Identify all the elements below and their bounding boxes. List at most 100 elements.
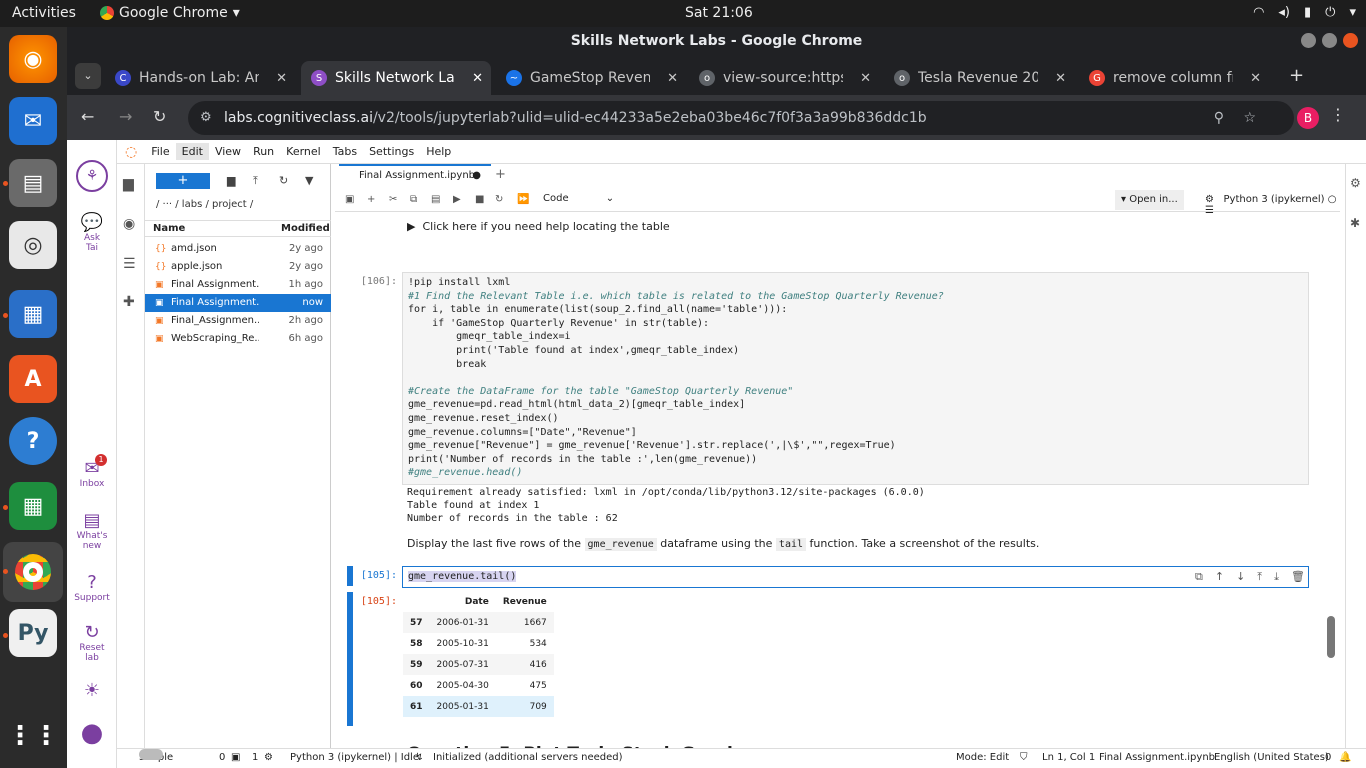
file-row[interactable]: {} amd.json 2y ago [145,240,331,258]
move-up-icon[interactable]: ↑ [1215,570,1224,584]
file-row[interactable]: ▣ Final Assignment... now [145,294,331,312]
writer-icon[interactable]: ▦ [9,290,57,338]
theme-toggle-button[interactable]: ☀ [67,680,117,701]
calc-icon[interactable]: ▦ [9,482,57,530]
run-icon[interactable]: ▶ [453,194,461,205]
app-grid-icon[interactable]: ⋮⋮ [7,712,59,760]
file-row[interactable]: {} apple.json 2y ago [145,258,331,276]
profile-avatar[interactable]: B [1297,107,1319,129]
software-icon[interactable]: A [9,355,57,403]
browser-tab[interactable]: C Hands-on Lab: Ana ✕ [105,61,295,95]
scrollbar-thumb[interactable] [1327,616,1335,658]
close-tab-icon[interactable]: ● [472,166,481,186]
firefox-icon[interactable]: ◉ [9,35,57,83]
files-icon[interactable]: ▤ [9,159,57,207]
menu-run[interactable]: Run [247,143,280,160]
cursor-position[interactable]: Ln 1, Col 1 [1042,749,1095,767]
inbox-button[interactable]: ✉ Inbox 1 [67,454,117,489]
thunderbird-icon[interactable]: ✉ [9,97,57,145]
insert-below-icon[interactable]: ⤓ [1274,570,1279,584]
copy-icon[interactable]: ⧉ [410,194,417,205]
close-tab-icon[interactable]: ✕ [276,71,287,86]
site-info-icon[interactable]: ⚙ [200,101,212,135]
insert-above-icon[interactable]: ⤒ [1257,570,1262,584]
column-name[interactable]: Name [153,223,185,234]
scrollbar[interactable] [1323,212,1337,756]
menu-view[interactable]: View [209,143,247,160]
bell-icon[interactable]: 🔔 [1339,749,1351,767]
cell-type-select[interactable]: Code ⌄ [543,193,614,204]
breadcrumb[interactable]: / ··· / labs / project / [156,199,253,210]
app-menu[interactable]: Google Chrome ▾ [100,5,240,21]
close-window-button[interactable] [1343,33,1358,48]
close-tab-icon[interactable]: ✕ [667,71,678,86]
move-down-icon[interactable]: ↓ [1236,570,1245,584]
code-cell-105[interactable]: gme_revenue.tail() [402,566,1309,588]
kernels-count[interactable]: 1 [252,749,258,767]
new-tab-button[interactable]: + [1289,65,1304,86]
chrome-menu-icon[interactable]: ⋮ [1330,105,1346,124]
menu-edit[interactable]: Edit [175,143,209,160]
debugger-icon[interactable]: ✱ [1350,216,1360,230]
menu-file[interactable]: File [145,143,175,160]
reset-lab-button[interactable]: ↻ Reset lab [67,622,117,663]
close-tab-icon[interactable]: ✕ [860,71,871,86]
collapsible-hint[interactable]: ▶ Click here if you need help locating t… [407,220,670,233]
address-bar[interactable]: ⚙ labs.cognitiveclass.ai/v2/tools/jupyte… [188,101,1294,135]
toggle-switch[interactable] [139,749,163,760]
help-icon[interactable]: ? [9,417,57,465]
file-row[interactable]: ▣ WebScraping_Re... 6h ago [145,330,331,348]
output-collapser[interactable] [347,592,353,726]
whats-new-button[interactable]: ▤ What's new [67,510,117,551]
run-all-icon[interactable]: ⏩ [517,194,529,205]
menu-kernel[interactable]: Kernel [280,143,327,160]
browser-tab[interactable]: o Tesla Revenue 201 ✕ [884,61,1074,95]
restart-icon[interactable]: ↻ [495,194,503,205]
minimize-button[interactable] [1301,33,1316,48]
delete-icon[interactable]: 🗑 [1291,570,1305,584]
lsp-status[interactable]: Initialized (additional servers needed) [433,749,623,767]
insert-cell-icon[interactable]: + [367,194,375,205]
reload-button[interactable]: ↻ [153,107,166,126]
save-icon[interactable]: ▣ [345,194,354,205]
browser-tab[interactable]: o view-source:https: ✕ [689,61,879,95]
notification-count[interactable]: 0 [1325,749,1331,767]
running-icon[interactable]: ◉ [123,216,135,232]
terminals-count[interactable]: 0 [219,749,225,767]
back-button[interactable]: ← [81,107,94,126]
browser-tab[interactable]: ~ GameStop Revenu ✕ [496,61,686,95]
browser-tab[interactable]: Gremove column fro ✕ [1079,61,1269,95]
support-button[interactable]: ? Support [67,572,117,603]
zoom-search-icon[interactable]: ⚲ [1214,101,1224,135]
kernel-status[interactable]: Python 3 (ipykernel) | Idle [290,749,419,767]
forward-button[interactable]: → [119,107,132,126]
language-indicator[interactable]: English (United States) [1214,749,1329,767]
new-folder-icon[interactable]: ▆ [227,174,235,187]
skills-network-logo[interactable]: ⚘ [67,160,117,192]
rhythmbox-icon[interactable]: ◎ [9,221,57,269]
menu-tabs[interactable]: Tabs [327,143,363,160]
close-tab-icon[interactable]: ✕ [472,71,483,86]
toc-icon[interactable]: ☰ [123,256,136,272]
user-avatar-button[interactable]: ● [67,718,117,748]
maximize-button[interactable] [1322,33,1337,48]
paste-icon[interactable]: ▤ [431,194,440,205]
new-launcher-button[interactable]: + [156,173,210,189]
menu-help[interactable]: Help [420,143,457,160]
ask-tai-button[interactable]: 💬 Ask Tai [67,212,117,253]
browser-tab[interactable]: S Skills Network Lab ✕ [301,61,491,95]
cut-icon[interactable]: ✂ [389,194,397,205]
tab-search-button[interactable]: ⌄ [75,63,101,89]
column-modified[interactable]: Modified [281,223,330,234]
stop-icon[interactable]: ■ [475,194,484,205]
duplicate-icon[interactable]: ⧉ [1195,570,1203,584]
property-inspector-icon[interactable]: ⚙ [1350,176,1361,190]
add-tab-button[interactable]: + [495,167,506,182]
activities-button[interactable]: Activities [12,5,76,21]
menu-settings[interactable]: Settings [363,143,420,160]
filter-icon[interactable]: ▼ [305,174,313,187]
file-row[interactable]: ▣ Final_Assignmen... 2h ago [145,312,331,330]
file-row[interactable]: ▣ Final Assignment... 1h ago [145,276,331,294]
refresh-icon[interactable]: ↻ [279,174,288,187]
system-tray[interactable]: ◠ ◂) ▮ ⏻ ▾ [1253,5,1356,20]
